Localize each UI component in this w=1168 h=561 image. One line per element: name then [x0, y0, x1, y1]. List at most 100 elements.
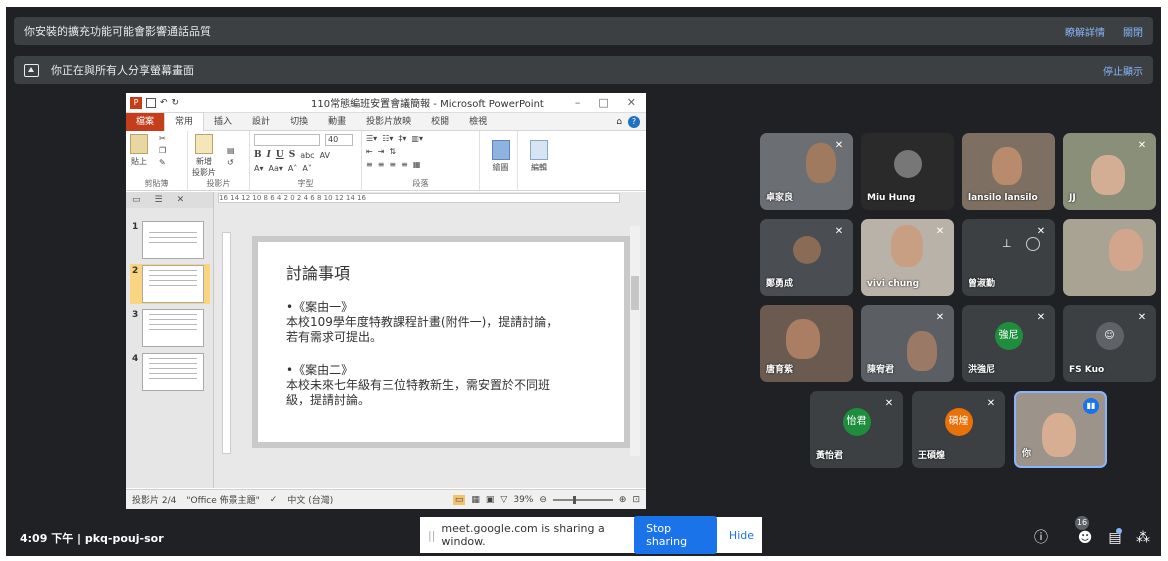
drag-handle-icon[interactable]: || — [428, 529, 435, 542]
spellcheck-icon[interactable]: ✓ — [270, 495, 278, 505]
redo-icon[interactable]: ↻ — [172, 98, 180, 108]
vertical-scrollbar[interactable] — [630, 226, 640, 456]
copy-icon[interactable]: ❐ — [159, 146, 166, 155]
tab-animations[interactable]: 動畫 — [318, 113, 356, 131]
zoom-slider[interactable] — [552, 495, 613, 504]
increase-indent-icon[interactable]: ⇥ — [378, 147, 385, 156]
minimize-icon[interactable]: – — [575, 96, 581, 109]
format-painter-icon[interactable]: ✎ — [159, 158, 166, 167]
undo-icon[interactable]: ↶ — [160, 98, 168, 108]
tab-view[interactable]: 檢視 — [459, 113, 497, 131]
tab-design[interactable]: 設計 — [242, 113, 280, 131]
line-spacing-icon[interactable]: ‡▾ — [398, 134, 406, 143]
self-tile[interactable]: ▮▮ 你 — [1014, 391, 1107, 468]
slide-thumbnail-2[interactable]: 2 — [130, 264, 210, 304]
maximize-icon[interactable]: □ — [598, 96, 608, 109]
grow-font-button[interactable]: A˄ — [288, 164, 297, 173]
hide-button[interactable]: Hide — [729, 529, 754, 542]
help-icon[interactable]: ? — [628, 115, 640, 128]
meeting-details-icon[interactable]: ⓘ — [1032, 529, 1050, 547]
numbering-icon[interactable]: ☷▾ — [382, 134, 393, 143]
participant-tile-3[interactable]: lansilo lansilo — [962, 133, 1055, 210]
participant-tile-10[interactable]: ✕ 陳宥君 — [861, 305, 954, 382]
bold-button[interactable]: B — [254, 150, 262, 160]
slide-thumbnail-3[interactable]: 3 — [130, 308, 210, 348]
theme-name: "Office 佈景主題" — [186, 496, 260, 506]
save-icon[interactable] — [146, 97, 156, 108]
participant-tile-6[interactable]: ✕ vivi chung — [861, 219, 954, 296]
underline-button[interactable]: U — [276, 150, 284, 160]
reading-view-icon[interactable]: ▣ — [486, 495, 495, 505]
participant-tile-12[interactable]: ☺ ✕ FS Kuo — [1063, 305, 1156, 382]
char-spacing-button[interactable]: AV — [320, 151, 330, 160]
decrease-indent-icon[interactable]: ⇤ — [366, 147, 373, 156]
font-color-button[interactable]: A▾ — [254, 164, 264, 173]
drawing-button[interactable]: 繪圖 — [488, 140, 513, 173]
tab-file[interactable]: 檔案 — [126, 112, 165, 131]
normal-view-icon[interactable]: ▭ — [452, 494, 466, 505]
shadow-button[interactable]: S — [289, 150, 296, 160]
align-left-icon[interactable]: ≡ — [366, 160, 373, 169]
participant-name: 曾淑勤 — [968, 279, 996, 289]
tab-review[interactable]: 校閱 — [421, 113, 459, 131]
activities-icon[interactable]: ⁂ — [1134, 529, 1152, 547]
justify-icon[interactable]: ≡ — [401, 160, 408, 169]
ribbon-collapse-icon[interactable]: ⌂ — [616, 117, 622, 127]
close-window-icon[interactable]: ✕ — [627, 96, 636, 109]
tab-slideshow[interactable]: 投影片放映 — [356, 113, 421, 131]
people-icon[interactable]: ☻ — [1076, 529, 1094, 547]
bullets-icon[interactable]: ☰▾ — [366, 134, 377, 143]
new-slide-button[interactable]: 新增 投影片 — [192, 134, 216, 178]
zoom-in-icon[interactable]: ⊕ — [619, 495, 627, 505]
participant-tile-2[interactable]: Miu Hung — [861, 133, 954, 210]
slide-thumbnail-1[interactable]: 1 — [130, 220, 210, 260]
font-name-select[interactable] — [254, 134, 320, 146]
align-right-icon[interactable]: ≡ — [389, 160, 396, 169]
outline-tab-icon[interactable]: ☰ — [155, 195, 163, 205]
stop-sharing-button[interactable]: Stop sharing — [634, 516, 717, 554]
font-size-select[interactable]: 40 — [325, 134, 353, 146]
initials-avatar: 碩煌 — [944, 407, 973, 436]
zoom-level[interactable]: 39% — [513, 495, 533, 505]
participant-tile-11[interactable]: 強尼 ✕ 洪強尼 — [962, 305, 1055, 382]
pin-icon[interactable]: ⊥ — [1002, 237, 1012, 250]
close-banner-link[interactable]: 關閉 — [1123, 24, 1143, 39]
zoom-out-icon[interactable]: ⊖ — [539, 495, 547, 505]
strikethrough-button[interactable]: abc — [300, 151, 314, 160]
layout-icon[interactable]: ▤ — [227, 146, 235, 155]
reset-icon[interactable]: ↺ — [227, 158, 235, 167]
stop-presenting-link[interactable]: 停止顯示 — [1103, 63, 1143, 78]
italic-button[interactable]: I — [267, 150, 271, 160]
text-direction-icon[interactable]: ⇅ — [389, 147, 396, 156]
participant-tile-13[interactable]: 怡君 ✕ 黃怡君 — [810, 391, 903, 468]
tab-transitions[interactable]: 切換 — [280, 113, 318, 131]
editing-button[interactable]: 編輯 — [526, 140, 552, 173]
smartart-icon[interactable]: ▦ — [413, 160, 421, 169]
ppt-workspace: ▭ ☰ ✕ 1 2 3 4 16 14 12 10 8 6 4 2 0 2 4 … — [126, 192, 646, 488]
learn-more-link[interactable]: 瞭解詳情 — [1065, 24, 1105, 39]
slideshow-view-icon[interactable]: ▽ — [500, 495, 507, 505]
sorter-view-icon[interactable]: ▦ — [471, 495, 480, 505]
participant-tile-8[interactable] — [1063, 219, 1156, 296]
participant-tile-5[interactable]: ✕ 鄭勇成 — [760, 219, 853, 296]
tab-home[interactable]: 常用 — [164, 112, 205, 131]
slide-thumbnail-4[interactable]: 4 — [130, 352, 210, 392]
language[interactable]: 中文 (台灣) — [287, 493, 333, 506]
close-pane-icon[interactable]: ✕ — [177, 195, 185, 205]
align-center-icon[interactable]: ≡ — [378, 160, 385, 169]
tab-insert[interactable]: 插入 — [204, 113, 242, 131]
cut-icon[interactable]: ✂ — [159, 134, 166, 143]
columns-icon[interactable]: ▥▾ — [411, 134, 423, 143]
participant-tile-4[interactable]: ✕ JJ — [1063, 133, 1156, 210]
shrink-font-button[interactable]: A˅ — [302, 164, 311, 173]
slides-tab-icon[interactable]: ▭ — [132, 195, 141, 205]
change-case-button[interactable]: Aa▾ — [269, 164, 283, 173]
paste-button[interactable]: 貼上 — [130, 134, 148, 167]
participant-tile-7[interactable]: ⊥ ✕ 曾淑勤 — [962, 219, 1055, 296]
participant-tile-14[interactable]: 碩煌 ✕ 王碩煌 — [912, 391, 1005, 468]
remove-icon[interactable] — [1026, 237, 1040, 251]
participant-tile-1[interactable]: ✕ 卓家良 — [760, 133, 853, 210]
slide-canvas[interactable]: 討論事項 •《案由一》 本校109學年度特教課程計畫(附件一)，提請討論， 若有… — [252, 236, 630, 448]
fit-window-icon[interactable]: ⊡ — [632, 495, 640, 505]
participant-tile-9[interactable]: 唐育紫 — [760, 305, 853, 382]
